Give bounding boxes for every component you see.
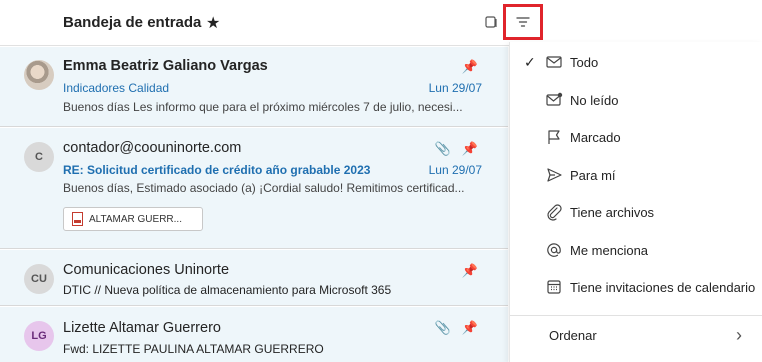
checkmark-icon: ✓ xyxy=(524,53,536,70)
pin-icon[interactable]: 📌 xyxy=(462,320,478,336)
filter-option-has-files[interactable]: Tiene archivos xyxy=(510,194,762,230)
filter-button[interactable] xyxy=(503,4,543,40)
paperclip-icon xyxy=(547,204,562,221)
message-preview: Buenos días, Estimado asociado (a) ¡Cord… xyxy=(63,181,465,195)
message-subject: Fwd: LIZETTE PAULINA ALTAMAR GUERRERO xyxy=(63,342,324,356)
pdf-file-icon xyxy=(72,212,83,226)
menu-item-label: Tiene invitaciones de calendario xyxy=(570,279,756,295)
filter-menu: ✓ Todo No leído Marcado Para mí Tiene ar… xyxy=(509,42,762,362)
pin-icon[interactable]: 📌 xyxy=(462,263,478,279)
pin-icon[interactable]: 📌 xyxy=(462,141,478,157)
message-sender: Lizette Altamar Guerrero xyxy=(63,320,221,336)
star-icon[interactable]: ★ xyxy=(206,13,220,33)
message-item[interactable]: C contador@coouninorte.com 📎 📌 RE: Solic… xyxy=(0,128,508,249)
menu-item-label: No leído xyxy=(570,92,619,108)
message-sender: Emma Beatriz Galiano Vargas xyxy=(63,58,268,74)
unread-mail-icon xyxy=(546,92,563,106)
filter-option-calendar-invites[interactable]: Tiene invitaciones de calendario xyxy=(510,269,762,305)
message-item[interactable]: CU Comunicaciones Uninorte 📌 DTIC // Nue… xyxy=(0,250,508,306)
message-date: Lun 29/07 xyxy=(428,81,482,95)
avatar: CU xyxy=(24,264,54,294)
message-sender: contador@coouninorte.com xyxy=(63,140,242,156)
send-icon xyxy=(547,168,562,182)
message-subject: Indicadores Calidad xyxy=(63,81,170,95)
filter-option-todo[interactable]: ✓ Todo xyxy=(510,44,762,80)
attachment-name: ALTAMAR GUERR... xyxy=(89,213,182,225)
menu-divider xyxy=(510,315,762,316)
message-preview: Buenos días Les informo que para el próx… xyxy=(63,100,463,114)
menu-item-label: Todo xyxy=(570,54,599,70)
folder-title: Bandeja de entrada xyxy=(63,14,202,31)
menu-item-label: Me menciona xyxy=(570,242,649,258)
message-date: Lun 29/07 xyxy=(428,163,482,177)
avatar: LG xyxy=(24,321,54,351)
message-subject: DTIC // Nueva política de almacenamiento… xyxy=(63,283,392,297)
avatar xyxy=(24,60,54,90)
attachment-chip[interactable]: ALTAMAR GUERR... xyxy=(63,207,203,231)
filter-option-mentions-me[interactable]: Me menciona xyxy=(510,232,762,268)
message-item[interactable]: LG Lizette Altamar Guerrero 📎 📌 Fwd: LIZ… xyxy=(0,307,508,362)
filter-icon xyxy=(516,17,530,27)
message-sender: Comunicaciones Uninorte xyxy=(63,262,230,278)
filter-option-unread[interactable]: No leído xyxy=(510,82,762,118)
filter-option-to-me[interactable]: Para mí xyxy=(510,157,762,193)
mailbox-header: Bandeja de entrada ★ xyxy=(0,0,762,46)
menu-item-label: Para mí xyxy=(570,167,616,183)
message-list: Emma Beatriz Galiano Vargas 📌 Indicadore… xyxy=(0,47,508,362)
calendar-icon xyxy=(547,280,561,294)
paperclip-icon: 📎 xyxy=(434,141,451,156)
avatar: C xyxy=(24,142,54,172)
filter-option-flagged[interactable]: Marcado xyxy=(510,119,762,155)
select-mode-icon[interactable] xyxy=(485,15,498,29)
message-subject: RE: Solicitud certificado de crédito año… xyxy=(63,163,371,177)
paperclip-icon: 📎 xyxy=(434,320,451,335)
chevron-right-icon[interactable]: › xyxy=(736,325,742,346)
menu-item-label: Marcado xyxy=(570,129,621,145)
pin-icon[interactable]: 📌 xyxy=(462,59,478,75)
menu-item-label: Tiene archivos xyxy=(570,204,655,220)
sort-option[interactable]: Ordenar xyxy=(549,328,597,343)
mail-icon xyxy=(546,56,562,68)
flag-icon xyxy=(548,130,560,144)
message-item[interactable]: Emma Beatriz Galiano Vargas 📌 Indicadore… xyxy=(0,47,508,127)
at-icon xyxy=(547,243,561,257)
